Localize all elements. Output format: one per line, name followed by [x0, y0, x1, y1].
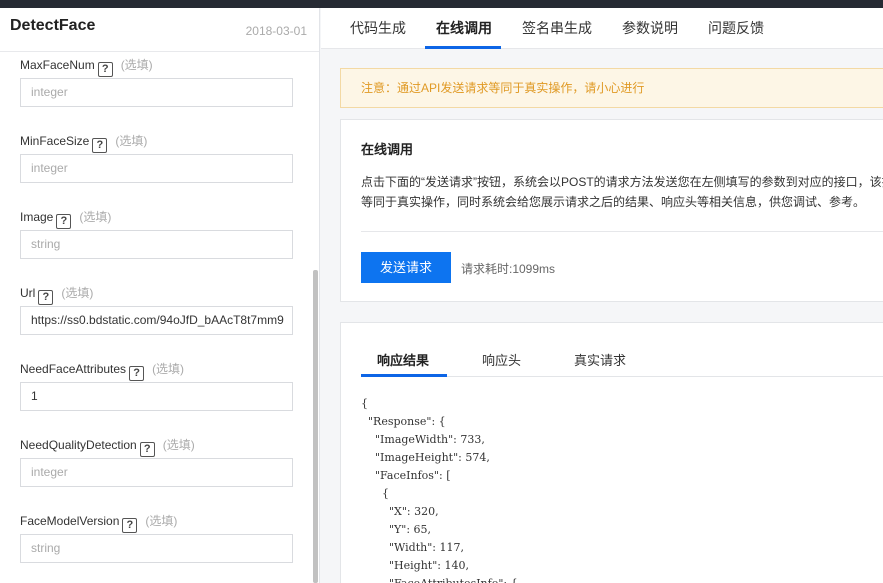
param-name: NeedFaceAttributes: [20, 362, 127, 376]
json-line: "ImageHeight": 574,: [361, 451, 490, 464]
optional-tag: (选填): [120, 58, 153, 72]
param-row: Url? (选填) https://ss0.bdstatic.com/94oJfD_…: [20, 282, 293, 358]
param-label: Url? (选填): [20, 284, 93, 305]
response-tab-bar: 响应结果 响应头 真实请求: [361, 347, 883, 377]
description-line: 点击下面的“发送请求”按钮，系统会以POST的请求方法发送您在左侧填写的参数到对…: [361, 175, 883, 189]
help-icon[interactable]: ?: [97, 62, 113, 77]
param-label: NeedFaceAttributes? (选填): [20, 360, 184, 381]
description-line: 等同于真实操作，同时系统会给您展示请求之后的结果、响应头等相关信息，供您调试、参…: [361, 195, 866, 209]
optional-tag: (选填): [145, 514, 178, 528]
response-card: 响应结果 响应头 真实请求 { "Response": { "ImageWidt…: [340, 322, 883, 583]
param-row: MinFaceSize? (选填) integer: [20, 130, 293, 206]
param-row: NeedFaceAttributes? (选填) 1: [20, 358, 293, 434]
help-icon[interactable]: ?: [56, 214, 72, 229]
param-input[interactable]: integer: [20, 458, 293, 487]
param-label: FaceModelVersion? (选填): [20, 512, 177, 533]
tab-online-call[interactable]: 在线调用: [436, 18, 492, 38]
tab-code-gen[interactable]: 代码生成: [350, 18, 406, 38]
param-input[interactable]: 1: [20, 382, 293, 411]
param-label: NeedQualityDetection? (选填): [20, 436, 195, 457]
tab-param-doc[interactable]: 参数说明: [622, 18, 678, 38]
optional-tag: (选填): [79, 210, 112, 224]
json-line: "X": 320,: [361, 505, 439, 518]
param-name: MaxFaceNum: [20, 58, 95, 72]
request-elapsed-time: 请求耗时:1099ms: [461, 262, 556, 276]
api-version-date: 2018-03-01: [245, 24, 307, 38]
online-call-card: 在线调用 点击下面的“发送请求”按钮，系统会以POST的请求方法发送您在左侧填写…: [340, 119, 883, 302]
param-row: FaceModelVersion? (选填) string: [20, 510, 293, 583]
tab-bar: 代码生成 在线调用 签名串生成 参数说明 问题反馈: [321, 8, 883, 49]
help-icon[interactable]: ?: [38, 290, 54, 305]
active-response-tab-indicator: [361, 374, 447, 377]
param-input[interactable]: string: [20, 230, 293, 259]
tab-response-result[interactable]: 响应结果: [377, 350, 429, 369]
param-name: Url: [20, 286, 36, 300]
tab-feedback[interactable]: 问题反馈: [708, 18, 764, 38]
help-icon[interactable]: ?: [129, 366, 145, 381]
tab-signature[interactable]: 签名串生成: [522, 18, 592, 38]
params-scrollbar[interactable]: [313, 270, 318, 583]
param-label: MinFaceSize? (选填): [20, 132, 147, 153]
top-bar: [0, 0, 883, 8]
online-call-title: 在线调用: [361, 143, 414, 158]
param-name: FaceModelVersion: [20, 514, 120, 528]
param-input[interactable]: integer: [20, 154, 293, 183]
param-name: NeedQualityDetection: [20, 438, 137, 452]
tab-real-request[interactable]: 真实请求: [574, 350, 626, 369]
param-input[interactable]: string: [20, 534, 293, 563]
optional-tag: (选填): [162, 438, 195, 452]
send-request-button[interactable]: 发送请求: [361, 252, 451, 283]
params-panel: DetectFace 2018-03-01 MaxFaceNum? (选填) int…: [0, 8, 320, 583]
warning-notice: 注意：通过API发送请求等同于真实操作，请小心进行: [340, 68, 883, 108]
optional-tag: (选填): [115, 134, 148, 148]
json-line: "FaceInfos": [: [361, 469, 451, 482]
json-line: "Width": 117,: [361, 541, 464, 554]
active-tab-indicator: [425, 46, 501, 49]
json-line: {: [361, 487, 389, 500]
optional-tag: (选填): [61, 286, 94, 300]
help-icon[interactable]: ?: [139, 442, 155, 457]
help-icon[interactable]: ?: [92, 138, 108, 153]
param-name: Image: [20, 210, 54, 224]
response-json: { "Response": { "ImageWidth": 733, "Imag…: [361, 395, 518, 583]
json-line: "Y": 65,: [361, 523, 432, 536]
json-line: "FaceAttributesInfo": {: [361, 575, 518, 583]
divider: [361, 231, 883, 232]
optional-tag: (选填): [152, 362, 185, 376]
param-name: MinFaceSize: [20, 134, 90, 148]
tab-response-headers[interactable]: 响应头: [482, 350, 521, 369]
json-line: "ImageWidth": 733,: [361, 433, 485, 446]
json-line: "Response": {: [361, 415, 446, 428]
help-icon[interactable]: ?: [122, 518, 138, 533]
online-call-description: 点击下面的“发送请求”按钮，系统会以POST的请求方法发送您在左侧填写的参数到对…: [361, 172, 883, 212]
param-row: MaxFaceNum? (选填) integer: [20, 54, 293, 130]
api-header: DetectFace 2018-03-01: [0, 8, 319, 52]
json-line: "Height": 140,: [361, 559, 469, 572]
param-row: Image? (选填) string: [20, 206, 293, 282]
param-label: MaxFaceNum? (选填): [20, 56, 153, 77]
json-line: {: [361, 397, 368, 410]
api-name: DetectFace: [10, 17, 96, 34]
param-input[interactable]: integer: [20, 78, 293, 107]
main-panel: 代码生成 在线调用 签名串生成 参数说明 问题反馈 注意：通过API发送请求等同…: [321, 8, 883, 583]
params-list: MaxFaceNum? (选填) integer MinFaceSize? (选填) in…: [20, 54, 293, 583]
param-row: NeedQualityDetection? (选填) integer: [20, 434, 293, 510]
param-label: Image? (选填): [20, 208, 111, 229]
param-input[interactable]: https://ss0.bdstatic.com/94oJfD_bAAcT8t7…: [20, 306, 293, 335]
